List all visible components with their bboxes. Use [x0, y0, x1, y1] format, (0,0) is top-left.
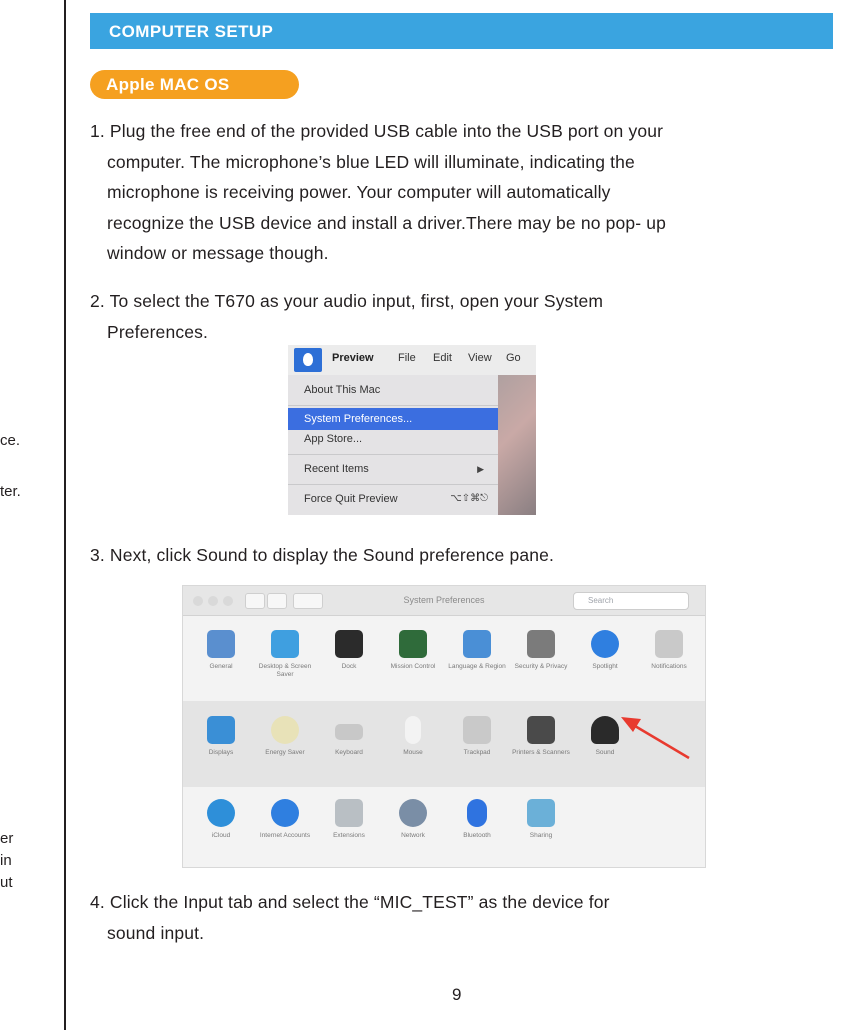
step-line: recognize the USB device and install a d… — [107, 212, 666, 233]
step-1: 1. Plug the free end of the provided USB… — [90, 116, 666, 269]
menu-separator — [288, 484, 498, 485]
menu-item-label: Recent Items — [304, 463, 369, 475]
column-divider — [64, 0, 66, 1030]
left-fragment: in — [0, 852, 12, 869]
left-fragment: ce. — [0, 432, 21, 449]
left-fragment: ter. — [0, 483, 21, 500]
step-line: 2. To select the T670 as your audio inpu… — [90, 291, 604, 311]
section-title: COMPUTER SETUP — [109, 22, 274, 41]
menu-item-app-store[interactable]: App Store... — [288, 428, 498, 450]
menubar-item-go[interactable]: Go — [506, 352, 521, 364]
step-line: microphone is receiving power. Your comp… — [107, 182, 611, 202]
apple-menu-dropdown: About This Mac System Preferences... App… — [288, 375, 498, 515]
menu-separator — [288, 454, 498, 455]
step-2: 2. To select the T670 as your audio inpu… — [90, 286, 603, 347]
submenu-arrow-icon: ▶ — [477, 464, 484, 474]
left-fragment: ut — [0, 874, 13, 891]
step-line: 1. Plug the free end of the provided USB… — [90, 121, 664, 141]
menu-item-system-preferences[interactable]: System Preferences... — [288, 408, 498, 430]
step-line: computer. The microphone’s blue LED will… — [107, 151, 635, 172]
os-badge: Apple MAC OS — [90, 70, 299, 99]
section-header-bar: COMPUTER SETUP — [90, 13, 833, 49]
left-fragment: er — [0, 830, 14, 847]
apple-menu-button[interactable] — [294, 348, 322, 372]
red-pointer-arrow-icon — [621, 717, 690, 760]
system-preferences-screenshot: System Preferences Search General Deskto… — [182, 585, 706, 868]
menubar-item-file[interactable]: File — [398, 352, 416, 364]
menu-bar: Preview File Edit View Go — [288, 345, 536, 375]
apple-logo-icon — [303, 353, 313, 366]
step-line: sound input. — [107, 922, 205, 943]
menubar-item-edit[interactable]: Edit — [433, 352, 452, 364]
menu-item-about[interactable]: About This Mac — [288, 379, 498, 401]
step-line: 3. Next, click Sound to display the Soun… — [90, 545, 554, 565]
menu-item-recent-items[interactable]: Recent Items ▶ — [288, 458, 498, 480]
step-line: window or message though. — [107, 243, 329, 263]
apple-menu-screenshot: Preview File Edit View Go About This Mac… — [288, 345, 536, 515]
step-line: 4. Click the Input tab and select the “M… — [90, 892, 610, 912]
menubar-item-preview[interactable]: Preview — [332, 352, 374, 364]
keyboard-shortcut: ⌥⇧⌘⎋ — [450, 493, 488, 504]
step-3: 3. Next, click Sound to display the Soun… — [90, 540, 554, 571]
step-4: 4. Click the Input tab and select the “M… — [90, 887, 610, 948]
step-line: Preferences. — [107, 321, 209, 342]
os-badge-label: Apple MAC OS — [106, 75, 230, 94]
menu-item-force-quit[interactable]: Force Quit Preview ⌥⇧⌘⎋ — [288, 488, 498, 510]
menu-separator — [288, 405, 498, 406]
menu-item-label: Force Quit Preview — [304, 493, 398, 505]
menubar-item-view[interactable]: View — [468, 352, 492, 364]
page-number: 9 — [452, 985, 462, 1004]
